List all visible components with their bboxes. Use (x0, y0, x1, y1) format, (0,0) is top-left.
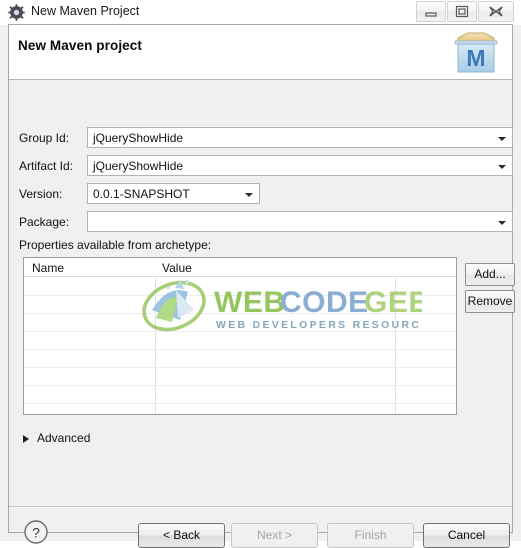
back-button[interactable]: < Back (138, 523, 225, 548)
new-maven-project-window: New Maven Project New Maven project M Gr… (0, 0, 521, 548)
advanced-label: Advanced (37, 431, 91, 445)
svg-text:CODE: CODE (280, 286, 369, 319)
svg-text:WEB: WEB (214, 286, 286, 319)
properties-table[interactable]: WEB CODE GEEKS WEB DEVELOPERS RESOURCE C… (23, 257, 457, 415)
chevron-down-icon[interactable] (498, 165, 506, 169)
artifact-id-label: Artifact Id: (19, 159, 74, 173)
row-divider (24, 331, 456, 332)
version-label: Version: (19, 187, 63, 201)
next-button: Next > (231, 523, 318, 548)
cancel-button[interactable]: Cancel (423, 523, 510, 548)
svg-text:GEEKS: GEEKS (364, 286, 422, 319)
restore-button[interactable] (447, 1, 477, 22)
minimize-button[interactable] (416, 1, 446, 22)
row-divider (24, 349, 456, 350)
close-button[interactable] (478, 1, 514, 22)
chevron-down-icon[interactable] (245, 193, 253, 197)
help-icon[interactable]: ? (23, 519, 49, 545)
package-combobox[interactable] (87, 211, 513, 232)
version-value: 0.0.1-SNAPSHOT (93, 187, 190, 201)
maven-project-icon: M (450, 30, 502, 76)
row-divider (24, 313, 456, 314)
svg-text:M: M (466, 45, 485, 71)
chevron-down-icon[interactable] (498, 137, 506, 141)
table-header-row: Name Value (24, 258, 456, 277)
remove-property-button[interactable]: Remove (465, 290, 515, 313)
group-id-label: Group Id: (19, 131, 70, 145)
add-property-button[interactable]: Add... (465, 263, 515, 286)
row-divider (24, 367, 456, 368)
svg-text:?: ? (32, 525, 40, 541)
column-header-value[interactable]: Value (162, 261, 192, 275)
chevron-right-icon (23, 435, 29, 443)
svg-text:WEB DEVELOPERS RESOURCE CENTER: WEB DEVELOPERS RESOURCE CENTER (216, 319, 422, 331)
web-code-geeks-watermark: WEB CODE GEEKS WEB DEVELOPERS RESOURCE C… (132, 276, 456, 338)
artifact-id-combobox[interactable]: jQueryShowHide (87, 155, 513, 176)
row-divider (24, 385, 456, 386)
column-divider (155, 258, 156, 414)
package-label: Package: (19, 215, 70, 229)
dialog-header: New Maven project M (9, 25, 512, 80)
title-bar: New Maven Project (0, 0, 521, 25)
group-id-combobox[interactable]: jQueryShowHide (87, 127, 513, 148)
group-id-value: jQueryShowHide (93, 131, 184, 145)
column-divider (395, 258, 396, 414)
row-divider (24, 403, 456, 404)
window-title: New Maven Project (31, 4, 140, 18)
dialog-frame: New Maven project M Group Id: jQueryShow… (8, 24, 515, 548)
footer-separator (9, 506, 512, 507)
row-divider (24, 295, 456, 296)
page-title: New Maven project (18, 38, 142, 53)
properties-label: Properties available from archetype: (19, 238, 212, 252)
artifact-id-value: jQueryShowHide (93, 159, 184, 173)
column-header-name[interactable]: Name (32, 261, 64, 275)
version-combobox[interactable]: 0.0.1-SNAPSHOT (87, 183, 260, 204)
chevron-down-icon[interactable] (498, 221, 506, 225)
finish-button: Finish (327, 523, 414, 548)
gear-icon (8, 4, 25, 21)
